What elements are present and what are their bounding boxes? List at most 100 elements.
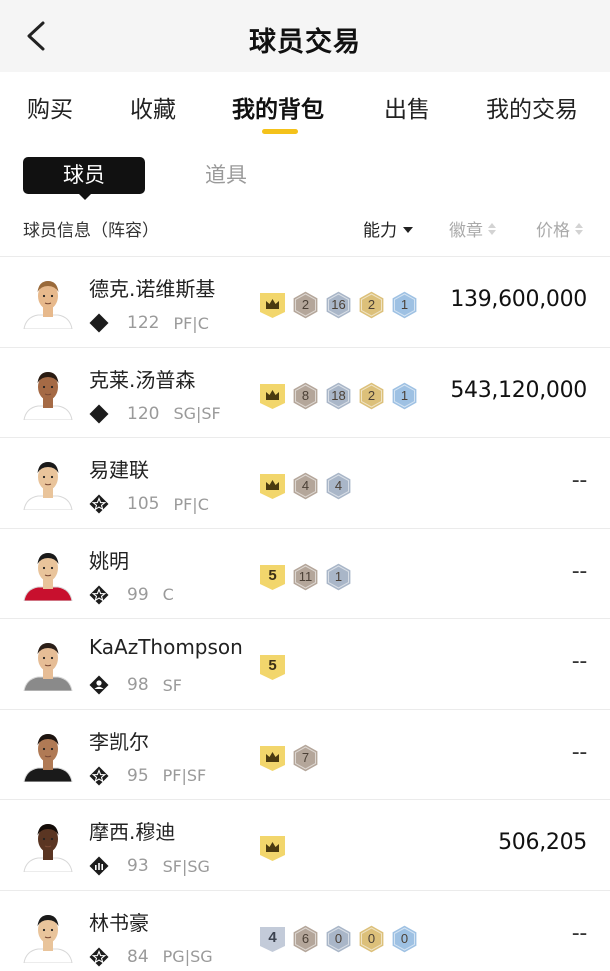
tier-star-icon bbox=[89, 494, 109, 514]
player-position: SF|SG bbox=[162, 856, 210, 876]
caret-down-icon bbox=[403, 227, 413, 233]
sort-icon bbox=[575, 222, 583, 235]
badge-list: 4 6 0 0 0 bbox=[258, 923, 419, 954]
badge-count: 1 bbox=[400, 297, 409, 312]
tier-person-icon bbox=[89, 675, 109, 695]
player-avatar bbox=[22, 908, 74, 963]
player-name: 德克.诺维斯基 bbox=[89, 277, 216, 301]
badge-count: 6 bbox=[301, 930, 310, 946]
badge-count: 5 bbox=[268, 566, 277, 584]
player-overall: 95 bbox=[127, 765, 149, 786]
player-meta: 99 C bbox=[89, 584, 174, 606]
sort-price-button[interactable]: 价格 bbox=[536, 216, 583, 241]
badge-list: 44 bbox=[258, 471, 353, 501]
badge-count: 2 bbox=[301, 297, 310, 312]
player-row[interactable]: 李凯尔 95 PF|SF 7 -- bbox=[0, 708, 610, 800]
crown-shield-badge bbox=[258, 290, 287, 320]
bronze-badge: 8 bbox=[291, 380, 320, 411]
tier-star-icon bbox=[89, 766, 109, 786]
tier-star-icon bbox=[89, 585, 109, 605]
player-name: KaAzThompson bbox=[89, 635, 243, 659]
blue-badge: 0 bbox=[390, 923, 419, 954]
tier-17-diamond-icon bbox=[89, 404, 109, 424]
badge-count: 2 bbox=[367, 297, 376, 312]
badge-count: 5 bbox=[268, 657, 277, 674]
tab-buy[interactable]: 购买 bbox=[27, 90, 73, 124]
badge-list: 8 18 2 1 bbox=[258, 380, 419, 411]
player-avatar bbox=[22, 365, 74, 420]
sort-ability-label: 能力 bbox=[363, 221, 397, 241]
player-overall: 84 bbox=[127, 946, 149, 967]
tier-06-diamond-icon bbox=[89, 313, 109, 333]
gold-badge: 2 bbox=[357, 290, 386, 320]
badge-count: 4 bbox=[334, 478, 343, 493]
player-price: -- bbox=[571, 739, 588, 765]
segment-item[interactable]: 道具 bbox=[205, 157, 265, 194]
tab-bar: 购买 收藏 我的背包 出售 我的交易 bbox=[0, 72, 610, 142]
player-overall: 122 bbox=[127, 313, 160, 333]
player-row[interactable]: 德克.诺维斯基 122 PF|C 2 16 2 1 139,600,000 bbox=[0, 256, 610, 347]
player-avatar bbox=[22, 727, 74, 782]
player-overall: 120 bbox=[127, 403, 160, 424]
tab-my-backpack[interactable]: 我的背包 bbox=[232, 90, 324, 124]
player-meta: 93 SF|SG bbox=[89, 855, 210, 877]
level-shield-badge: 4 bbox=[258, 924, 287, 954]
player-meta: 120 SG|SF bbox=[89, 403, 221, 425]
player-price: 543,120,000 bbox=[450, 377, 587, 403]
silver-badge: 4 bbox=[324, 471, 353, 501]
player-overall: 93 bbox=[127, 856, 149, 876]
badge-count: 18 bbox=[331, 387, 346, 403]
sort-price-label: 价格 bbox=[536, 221, 570, 241]
player-row[interactable]: 林书豪 84 PG|SG 4 6 0 0 0 -- bbox=[0, 889, 610, 971]
gold-badge: 0 bbox=[357, 923, 386, 954]
badge-count: 0 bbox=[334, 930, 343, 946]
bronze-badge: 2 bbox=[291, 290, 320, 320]
player-row[interactable]: KaAzThompson 98 SF 5 -- bbox=[0, 618, 610, 709]
player-price: -- bbox=[571, 920, 588, 946]
sort-ability-button[interactable]: 能力 bbox=[363, 216, 413, 241]
player-position: SG|SF bbox=[173, 404, 221, 423]
blue-badge: 1 bbox=[390, 290, 419, 320]
player-position: SF bbox=[162, 675, 182, 695]
blue-badge: 1 bbox=[390, 380, 419, 411]
bronze-badge: 4 bbox=[291, 471, 320, 501]
tab-my-trades[interactable]: 我的交易 bbox=[486, 90, 578, 124]
silver-badge: 18 bbox=[324, 380, 353, 411]
bronze-badge: 6 bbox=[291, 923, 320, 954]
player-avatar bbox=[22, 637, 74, 691]
player-meta: 84 PG|SG bbox=[89, 946, 213, 968]
level-shield-badge: 5 bbox=[258, 562, 287, 592]
player-meta: 95 PF|SF bbox=[89, 765, 206, 787]
player-list: 德克.诺维斯基 122 PF|C 2 16 2 1 139,600,000 克莱.汤普森 120 S… bbox=[0, 256, 610, 971]
player-meta: 105 PF|C bbox=[89, 493, 209, 515]
segment-player[interactable]: 球员 bbox=[23, 157, 145, 194]
tab-favorites[interactable]: 收藏 bbox=[130, 90, 176, 124]
badge-count: 2 bbox=[367, 387, 376, 403]
player-row[interactable]: 易建联 105 PF|C 4 4 -- bbox=[0, 437, 610, 528]
player-row[interactable]: 摩西.穆迪 93 SF|SG 506,205 bbox=[0, 799, 610, 890]
badge-count: 8 bbox=[301, 387, 310, 403]
player-price: 506,205 bbox=[498, 830, 587, 855]
player-row[interactable]: 克莱.汤普森 120 SG|SF 8 18 2 1 543,120,000 bbox=[0, 346, 610, 438]
tier-bars-icon bbox=[89, 856, 109, 876]
player-price: -- bbox=[571, 468, 588, 493]
player-price: -- bbox=[571, 558, 588, 584]
badge-count: 7 bbox=[301, 749, 310, 765]
badge-count: 4 bbox=[301, 478, 310, 493]
badge-list: 2 16 2 1 bbox=[258, 290, 419, 320]
player-position: PG|SG bbox=[162, 947, 213, 966]
player-avatar bbox=[22, 818, 74, 872]
player-position: C bbox=[162, 585, 174, 604]
badge-list: 5 11 1 bbox=[258, 561, 353, 592]
player-overall: 98 bbox=[127, 675, 149, 695]
tab-sell[interactable]: 出售 bbox=[384, 90, 430, 124]
segment-pointer bbox=[78, 193, 92, 200]
player-meta: 98 SF bbox=[89, 674, 182, 696]
player-position: PF|SF bbox=[162, 766, 207, 785]
sort-icon bbox=[488, 222, 496, 235]
player-name: 摩西.穆迪 bbox=[89, 820, 176, 844]
badge-count: 0 bbox=[367, 930, 376, 946]
player-row[interactable]: 姚明 99 C 5 11 1 -- bbox=[0, 527, 610, 619]
sort-badge-button[interactable]: 徽章 bbox=[449, 216, 496, 241]
player-position: PF|C bbox=[173, 494, 209, 514]
